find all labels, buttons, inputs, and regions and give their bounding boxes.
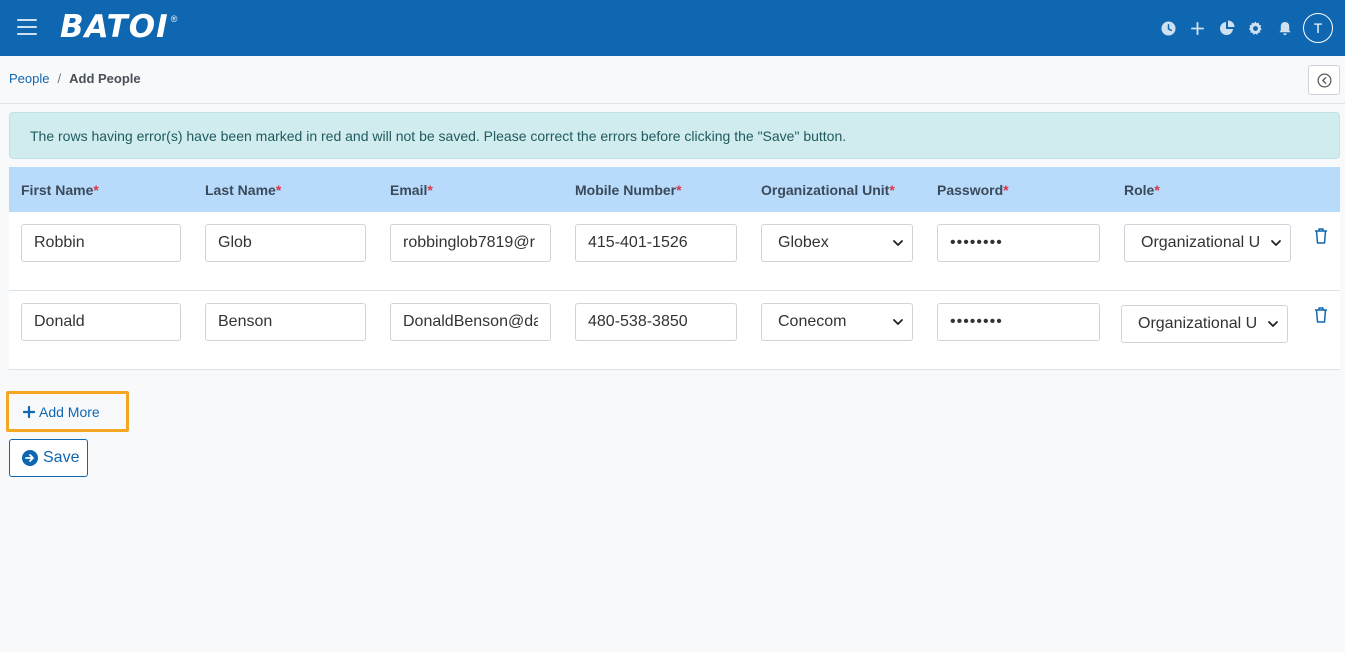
password-input[interactable]: ••••••••	[937, 224, 1100, 262]
user-avatar[interactable]: T	[1303, 13, 1333, 43]
role-value: Organizational U	[1141, 234, 1261, 251]
first-name-input[interactable]	[21, 303, 181, 341]
role-select[interactable]: Organizational U	[1124, 224, 1291, 262]
error-alert: The rows having error(s) have been marke…	[9, 112, 1340, 159]
chevron-down-icon	[893, 319, 903, 325]
email-input[interactable]	[390, 224, 551, 262]
plus-icon[interactable]	[1183, 13, 1212, 43]
breadcrumb: People / Add People	[9, 71, 141, 86]
chevron-down-icon	[1271, 240, 1281, 246]
last-name-input[interactable]	[205, 303, 366, 341]
header-actions: T	[1154, 13, 1333, 43]
trash-icon[interactable]	[1313, 306, 1329, 324]
column-header-role: Role*	[1124, 182, 1160, 198]
table-row: Conecom •••••••• Organizational U	[9, 291, 1340, 370]
logo-registered-mark: ®	[170, 14, 178, 24]
column-header-first-name: First Name*	[21, 182, 99, 198]
chevron-down-icon	[893, 240, 903, 246]
breadcrumb-people-link[interactable]: People	[9, 71, 49, 86]
column-header-organizational-unit: Organizational Unit*	[761, 182, 895, 198]
back-button[interactable]	[1308, 65, 1340, 95]
logo-text: BATOI	[60, 9, 169, 45]
top-navbar: BATOI ® T	[0, 0, 1345, 56]
column-header-mobile-number: Mobile Number*	[575, 182, 682, 198]
trash-icon[interactable]	[1313, 227, 1329, 245]
mobile-number-input[interactable]	[575, 224, 737, 262]
save-label: Save	[43, 449, 80, 466]
add-more-label: Add More	[39, 403, 100, 420]
column-header-password: Password*	[937, 182, 1009, 198]
organizational-unit-select[interactable]: Conecom	[761, 303, 913, 341]
column-header-email: Email*	[390, 182, 433, 198]
last-name-input[interactable]	[205, 224, 366, 262]
clock-icon[interactable]	[1154, 13, 1183, 43]
column-header-last-name: Last Name*	[205, 182, 282, 198]
organizational-unit-value: Conecom	[778, 313, 847, 330]
email-input[interactable]	[390, 303, 551, 341]
role-select[interactable]: Organizational U	[1121, 305, 1288, 343]
breadcrumb-current: Add People	[69, 71, 141, 86]
password-input[interactable]: ••••••••	[937, 303, 1100, 341]
password-value: ••••••••	[950, 234, 1003, 251]
organizational-unit-select[interactable]: Globex	[761, 224, 913, 262]
pie-chart-icon[interactable]	[1212, 13, 1241, 43]
breadcrumb-bar: People / Add People	[0, 56, 1345, 104]
first-name-input[interactable]	[21, 224, 181, 262]
mobile-number-input[interactable]	[575, 303, 737, 341]
bell-icon[interactable]	[1270, 13, 1299, 43]
table-row: Globex •••••••• Organizational U	[9, 212, 1340, 291]
plus-icon	[23, 405, 35, 418]
save-button[interactable]: Save	[9, 439, 88, 477]
hamburger-menu-icon[interactable]	[17, 19, 37, 36]
circle-arrow-right-icon	[22, 450, 38, 466]
circle-arrow-left-icon	[1317, 73, 1331, 87]
gear-icon[interactable]	[1241, 13, 1270, 43]
add-more-button[interactable]: Add More	[6, 391, 129, 432]
breadcrumb-separator: /	[57, 71, 62, 86]
organizational-unit-value: Globex	[778, 234, 829, 251]
app-logo[interactable]: BATOI ®	[60, 7, 177, 47]
role-value: Organizational U	[1138, 315, 1258, 332]
table-header: First Name* Last Name* Email* Mobile Num…	[9, 167, 1340, 212]
password-value: ••••••••	[950, 313, 1003, 330]
chevron-down-icon	[1268, 321, 1278, 327]
